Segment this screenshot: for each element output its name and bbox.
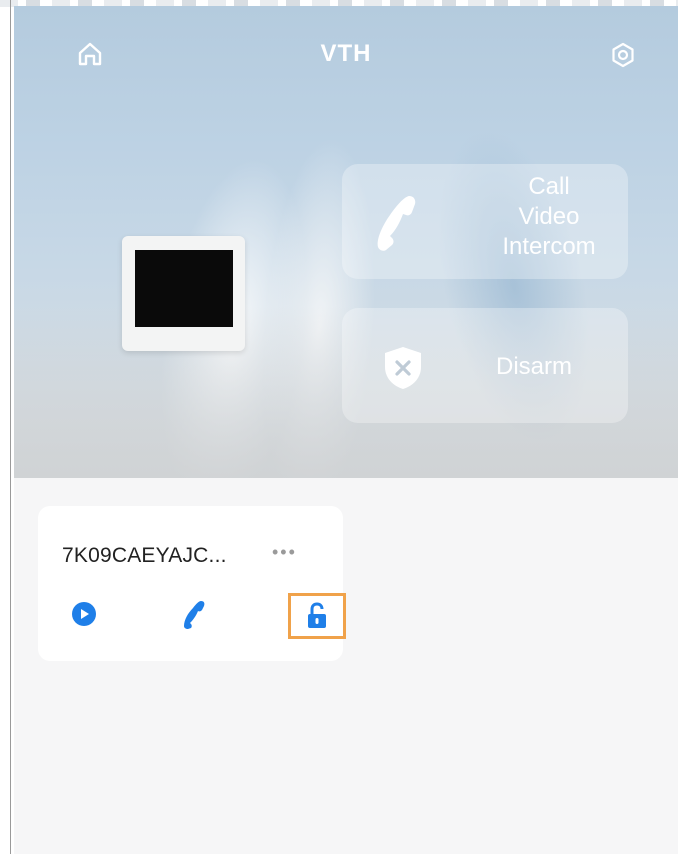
device-name: 7K09CAEYAJC... [62,544,227,567]
vth-device-image [122,236,245,351]
device-screen [135,250,233,327]
disarm-label: Disarm [496,353,572,380]
call-label-line-1: Call [528,173,570,200]
shield-x-icon [382,345,424,391]
play-icon[interactable] [71,601,97,627]
hero-banner: VTH Call Video Intercom Disarm [14,6,678,478]
call-video-intercom-label: Call Video Intercom [474,172,624,262]
device-card[interactable]: 7K09CAEYAJC... ••• [38,506,346,661]
page-title: VTH [320,40,372,67]
app-frame: VTH Call Video Intercom Disarm 7K09CAEYA… [14,6,678,854]
disarm-button[interactable]: Disarm [342,308,628,423]
settings-icon[interactable] [610,42,636,68]
call-label-line-2: Video [518,203,580,230]
device-call-icon[interactable] [183,599,209,629]
call-video-intercom-button[interactable]: Call Video Intercom [342,164,628,279]
more-options-button[interactable]: ••• [272,542,297,563]
unlock-button[interactable] [288,593,346,639]
top-bar: VTH [14,6,678,96]
phone-icon [376,192,426,252]
unlock-icon [308,602,326,628]
left-border [10,0,11,854]
call-label-line-3: Intercom [502,233,596,260]
